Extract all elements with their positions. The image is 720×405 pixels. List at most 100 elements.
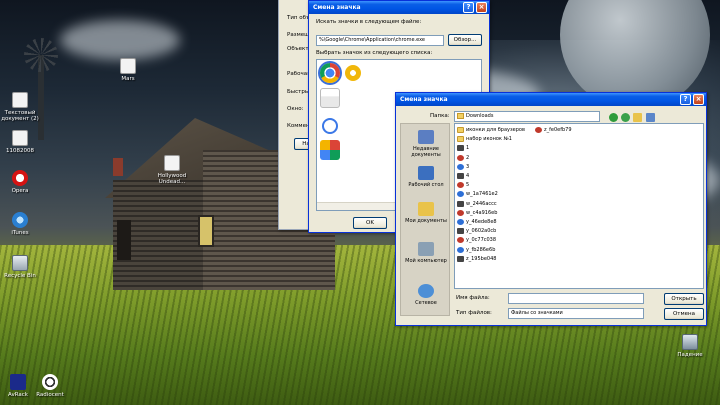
file-name: y_0602a0cb bbox=[466, 228, 497, 235]
desktop-icon-label: iTunes bbox=[11, 230, 29, 236]
icon-file-icon bbox=[457, 182, 464, 189]
desktop-icon-recycle-bin[interactable]: Recycle Bin bbox=[0, 255, 42, 279]
desktop-icon-label: Opera bbox=[11, 188, 29, 194]
place-label: Сетевое bbox=[415, 300, 437, 306]
desktop-icon-radiocent[interactable]: Radiocent bbox=[28, 374, 72, 398]
icon-file-icon bbox=[457, 200, 464, 207]
file-item[interactable]: y_0c77c038 bbox=[457, 236, 496, 244]
file-item[interactable]: 3 bbox=[457, 163, 469, 171]
file-item[interactable]: 2 bbox=[457, 154, 469, 162]
folder-label: Папка: bbox=[430, 113, 450, 119]
help-icon[interactable]: ? bbox=[463, 2, 474, 13]
place-label: Мои документы bbox=[405, 218, 447, 224]
up-folder-icon[interactable] bbox=[621, 113, 630, 122]
filename-input[interactable] bbox=[508, 293, 644, 304]
file-item[interactable]: w_c4a916eb bbox=[457, 209, 497, 217]
file-item[interactable]: y_46ede8e8 bbox=[457, 218, 497, 226]
place-my-computer[interactable]: Мой компьютер bbox=[401, 242, 451, 264]
cloud bbox=[60, 20, 180, 60]
file-name: y_0c77c038 bbox=[466, 237, 497, 244]
new-folder-icon[interactable] bbox=[633, 113, 642, 122]
desktop-icon-itunes[interactable]: iTunes bbox=[0, 212, 42, 236]
back-icon[interactable] bbox=[609, 113, 618, 122]
google-g-icon[interactable] bbox=[322, 118, 338, 134]
desktop-icon-mars[interactable]: Mars bbox=[106, 58, 150, 82]
browse-button[interactable]: Обзор... bbox=[448, 34, 482, 46]
file-item[interactable]: 1 bbox=[457, 144, 469, 152]
folder-item[interactable]: набор иконок №1 bbox=[457, 135, 512, 143]
dialog-titlebar: Смена значка ? × bbox=[396, 93, 706, 106]
filetype-select[interactable]: Файлы со значками bbox=[508, 308, 644, 319]
chrome-yellow-icon[interactable] bbox=[345, 65, 361, 81]
file-list[interactable]: иконки для браузеров набор иконок №1 1 2 3 4 5… bbox=[454, 123, 704, 289]
file-item[interactable]: y_fb286e6b bbox=[457, 246, 495, 254]
desktop-icon-11082008[interactable]: 11082008 bbox=[0, 130, 42, 154]
desktop-icon-padenie[interactable]: Падение bbox=[668, 334, 712, 358]
file-item[interactable]: w_2446accc bbox=[457, 200, 497, 208]
recycle-bin-icon bbox=[12, 255, 28, 271]
itunes-icon bbox=[12, 212, 28, 228]
batch-file-icon bbox=[682, 334, 698, 350]
file-name: 1 bbox=[466, 145, 470, 152]
place-my-documents[interactable]: Мои документы bbox=[401, 202, 451, 224]
place-label: Недавние документы bbox=[411, 146, 441, 158]
ok-button[interactable]: OK bbox=[353, 217, 387, 229]
document-icon bbox=[12, 130, 28, 146]
desktop-icon-label: Hollywood Undead... bbox=[157, 173, 187, 185]
search-file-label: Искать значки в следующем файле: bbox=[316, 19, 422, 25]
desktop-icon-text-document[interactable]: Текстовый документ (2) bbox=[0, 92, 42, 122]
cancel-button[interactable]: Отмена bbox=[664, 308, 704, 320]
audio-file-icon bbox=[164, 155, 180, 171]
desktop-icon-label: Текстовый документ (2) bbox=[1, 110, 39, 122]
desktop-icon-label: Recycle Bin bbox=[4, 273, 36, 279]
google-blocks-icon[interactable] bbox=[320, 140, 340, 160]
desktop-icon-opera[interactable]: Opera bbox=[0, 170, 42, 194]
folder-select[interactable]: Downloads bbox=[454, 111, 600, 122]
file-name: y_46ede8e8 bbox=[466, 219, 497, 225]
file-item[interactable]: z_195be048 bbox=[457, 255, 496, 263]
file-name: набор иконок №1 bbox=[466, 136, 512, 143]
opera-icon bbox=[12, 170, 28, 186]
icon-file-icon bbox=[535, 127, 542, 133]
icon-file-icon bbox=[457, 219, 464, 225]
text-document-icon bbox=[12, 92, 28, 108]
file-item[interactable]: z_fe0efb79 bbox=[535, 126, 572, 134]
google-icon[interactable] bbox=[320, 88, 340, 108]
folder-item[interactable]: иконки для браузеров bbox=[457, 126, 525, 134]
desktop-icon-label: Mars bbox=[121, 76, 135, 82]
desktop-icon-label: Падение bbox=[677, 352, 703, 358]
place-network[interactable]: Сетевое bbox=[401, 284, 451, 306]
file-item[interactable]: y_0602a0cb bbox=[457, 227, 496, 235]
file-name: иконки для браузеров bbox=[466, 127, 525, 133]
help-icon[interactable]: ? bbox=[680, 94, 691, 105]
place-desktop[interactable]: Рабочий стол bbox=[401, 166, 451, 188]
property-label: Коммен bbox=[287, 123, 310, 129]
file-item[interactable]: 5 bbox=[457, 181, 469, 189]
desktop-icon-hollywood-undead[interactable]: Hollywood Undead... bbox=[150, 155, 194, 185]
icon-file-icon bbox=[457, 246, 464, 253]
views-menu-icon[interactable] bbox=[646, 113, 655, 122]
file-item[interactable]: w_1a7461e2 bbox=[457, 190, 498, 198]
file-name: z_fe0efb79 bbox=[544, 127, 572, 133]
place-label: Мой компьютер bbox=[405, 258, 447, 264]
network-icon bbox=[418, 284, 434, 298]
icon-file-icon bbox=[457, 255, 464, 262]
folder-icon bbox=[457, 136, 464, 143]
file-name: 2 bbox=[466, 154, 470, 161]
recent-documents-icon bbox=[418, 130, 434, 144]
dialog-title: Смена значка bbox=[400, 96, 448, 103]
file-name: 4 bbox=[466, 173, 470, 179]
filename-label: Имя файла: bbox=[456, 295, 490, 301]
place-label: Рабочий стол bbox=[408, 182, 444, 188]
icon-file-path-input[interactable]: %\Google\Chrome\Application\chrome.exe bbox=[316, 35, 444, 46]
filetype-label: Тип файлов: bbox=[456, 310, 492, 316]
dialog-title: Смена значка bbox=[313, 4, 361, 11]
file-item[interactable]: 4 bbox=[457, 172, 469, 180]
place-recent-documents[interactable]: Недавние документы bbox=[401, 130, 451, 158]
property-label: Рабочая bbox=[287, 71, 311, 77]
close-icon[interactable]: × bbox=[693, 94, 704, 105]
close-icon[interactable]: × bbox=[476, 2, 487, 13]
chrome-icon[interactable] bbox=[320, 63, 340, 83]
file-name: z_195be048 bbox=[466, 255, 497, 262]
open-button[interactable]: Открыть bbox=[664, 293, 704, 305]
